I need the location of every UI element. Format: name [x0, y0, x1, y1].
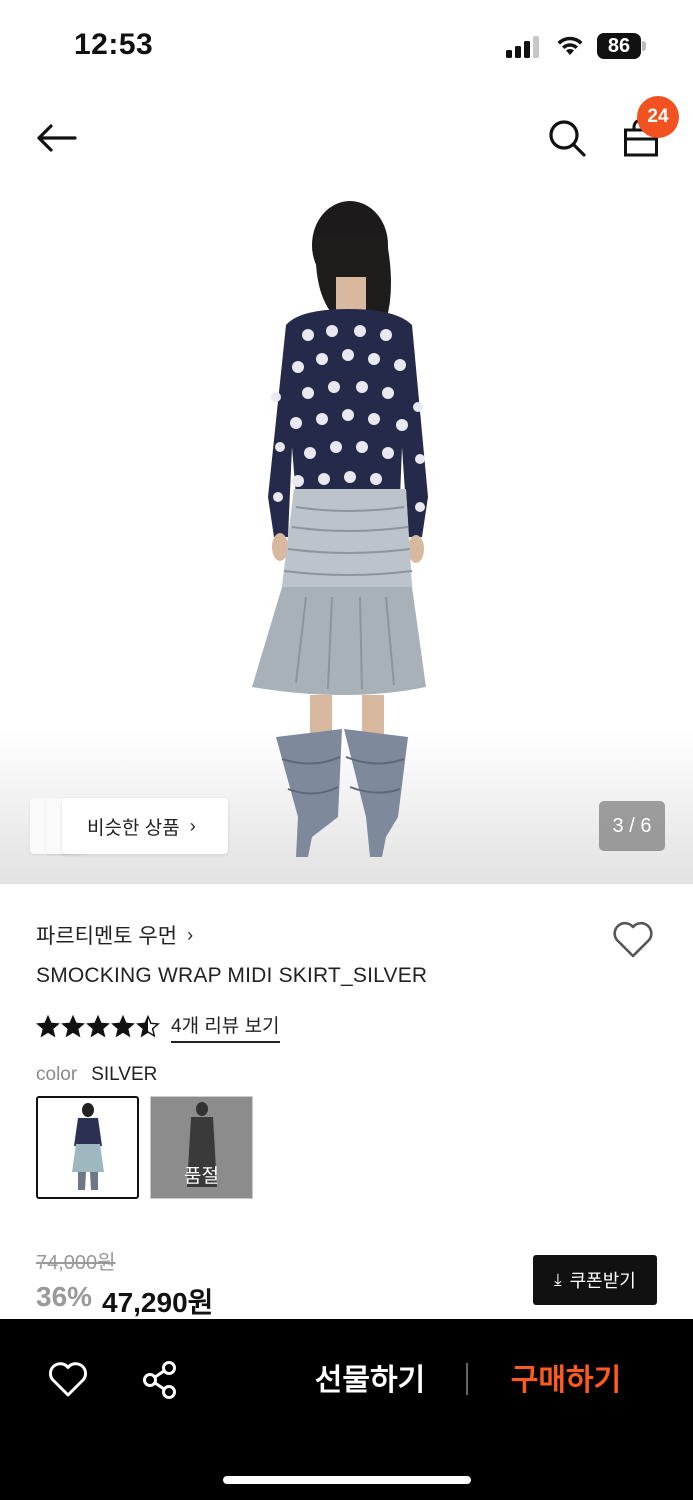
- coupon-button[interactable]: ⤓ 쿠폰받기: [533, 1255, 657, 1305]
- product-title: SMOCKING WRAP MIDI SKIRT_SILVER: [36, 964, 428, 987]
- status-time: 12:53: [74, 28, 154, 61]
- star-icon: [36, 1015, 60, 1038]
- color-swatch-soldout[interactable]: 품절: [150, 1096, 253, 1199]
- cart-count-badge: 24: [637, 96, 679, 138]
- home-indicator[interactable]: [223, 1476, 471, 1484]
- bottom-action-bar: 선물하기 구매하기: [0, 1319, 693, 1500]
- color-label: color: [36, 1064, 78, 1085]
- battery-icon: 86: [597, 33, 647, 59]
- chevron-right-icon: ›: [189, 815, 196, 836]
- battery-level: 86: [607, 35, 631, 57]
- divider: [466, 1363, 468, 1395]
- color-value: SILVER: [91, 1064, 158, 1085]
- star-icon: [111, 1015, 135, 1038]
- review-link[interactable]: 4개 리뷰 보기: [171, 1011, 280, 1043]
- similar-products-button[interactable]: 비슷한 상품 ›: [62, 798, 228, 854]
- chevron-right-icon: ›: [187, 924, 194, 945]
- download-icon: ⤓: [554, 1270, 562, 1289]
- sale-price: 47,290원: [102, 1287, 214, 1318]
- model-photo: [252, 201, 428, 857]
- search-icon: [549, 120, 586, 157]
- product-image[interactable]: 비슷한 상품 › 3 / 6: [0, 182, 693, 884]
- star-icon: [86, 1015, 110, 1038]
- rating-row: 4개 리뷰 보기: [36, 1011, 280, 1043]
- back-arrow-icon: [37, 124, 77, 152]
- color-swatch-silver[interactable]: [36, 1096, 139, 1199]
- brand-link[interactable]: 파르티멘토 우먼 ›: [36, 920, 193, 950]
- status-bar: 12:53 86: [0, 0, 693, 92]
- star-icon: [61, 1015, 85, 1038]
- color-row: color SILVER: [36, 1064, 157, 1086]
- share-icon[interactable]: [139, 1359, 181, 1401]
- image-page-counter: 3 / 6: [599, 801, 665, 851]
- gift-button[interactable]: 선물하기: [290, 1357, 450, 1405]
- signal-icon: [506, 36, 539, 58]
- wifi-icon: [557, 36, 583, 55]
- swatch-thumbnail: [72, 1103, 104, 1190]
- star-rating: [36, 1015, 161, 1039]
- discount-rate: 36%: [36, 1281, 93, 1312]
- back-button[interactable]: [32, 114, 80, 162]
- wishlist-heart-icon[interactable]: [611, 918, 655, 962]
- heart-icon[interactable]: [47, 1359, 89, 1401]
- similar-products-label: 비슷한 상품: [87, 817, 180, 839]
- star-icon: [136, 1015, 160, 1038]
- coupon-label: 쿠폰받기: [569, 1271, 636, 1291]
- sold-out-label: 품절: [184, 1166, 219, 1187]
- buy-button[interactable]: 구매하기: [490, 1357, 642, 1405]
- app-header: [0, 92, 693, 182]
- brand-name: 파르티멘토 우먼: [36, 925, 178, 948]
- original-price: 74,000원: [36, 1252, 116, 1274]
- search-button[interactable]: [543, 114, 591, 162]
